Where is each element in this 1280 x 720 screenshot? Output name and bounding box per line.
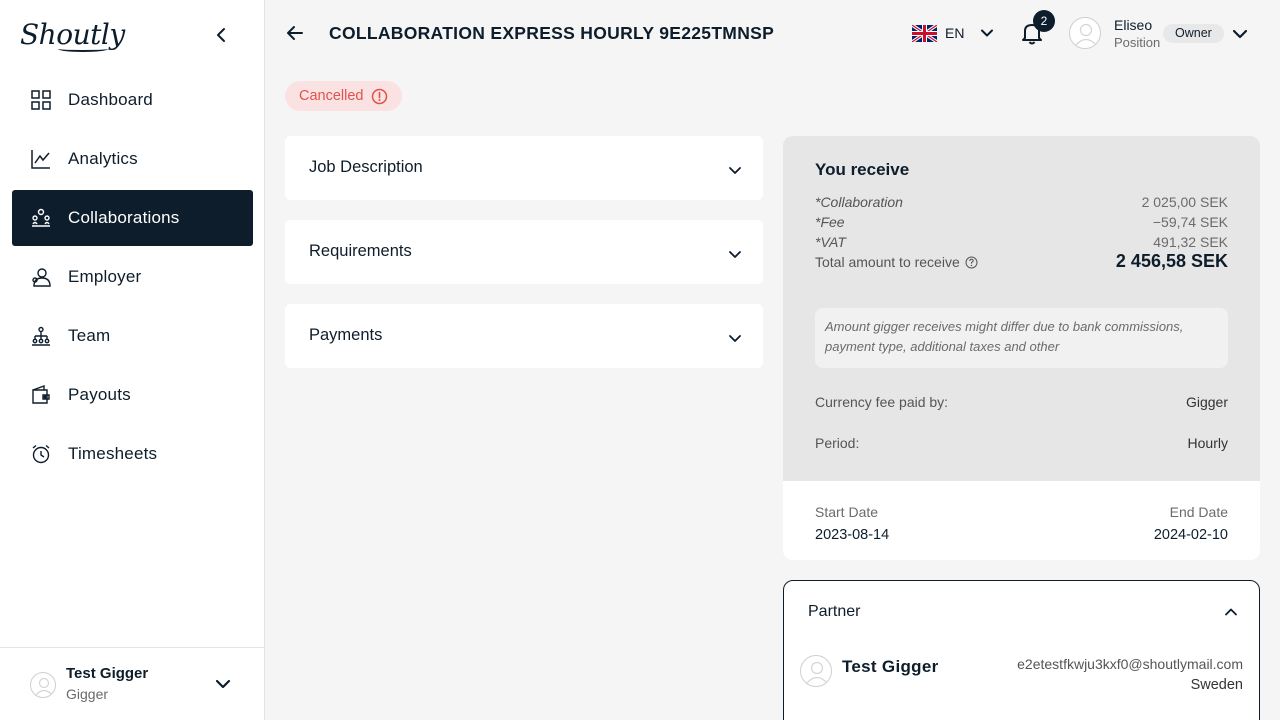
status-label: Cancelled <box>299 88 364 104</box>
footer-user-name: Test Gigger <box>66 665 149 682</box>
accordion-job-description[interactable]: Job Description <box>285 136 763 200</box>
receive-summary-card: You receive *Collaboration 2 025,00 SEK … <box>783 136 1260 481</box>
total-label-wrap: Total amount to receive <box>815 254 978 270</box>
accordion-label: Requirements <box>309 242 412 260</box>
period-row: Period: Hourly <box>815 435 1228 455</box>
uk-flag-icon <box>912 24 937 42</box>
row-label: Currency fee paid by: <box>815 394 949 410</box>
collaborations-icon <box>30 207 52 229</box>
employer-icon <box>30 266 52 288</box>
avatar <box>30 672 56 698</box>
row-label: *Collaboration <box>815 194 903 210</box>
row-value: 491,32 SEK <box>1153 234 1228 250</box>
wallet-icon <box>30 384 52 406</box>
accordion-payments[interactable]: Payments <box>285 304 763 368</box>
sidebar-nav: Dashboard Analytics Collaborations Emplo… <box>12 72 253 485</box>
sidebar-item-label: Timesheets <box>68 444 158 463</box>
collapse-sidebar-button[interactable] <box>210 24 232 46</box>
chevron-down-icon[interactable] <box>213 674 233 694</box>
role-badge: Owner <box>1163 24 1224 43</box>
accordion-label: Payments <box>309 326 383 344</box>
sidebar-item-team[interactable]: Team <box>12 308 253 364</box>
partner-title: Partner <box>808 603 861 620</box>
disclaimer-note: Amount gigger receives might differ due … <box>815 308 1228 368</box>
accordion-requirements[interactable]: Requirements <box>285 220 763 284</box>
back-arrow-icon[interactable] <box>284 22 306 44</box>
grid-icon <box>30 89 52 111</box>
sidebar-item-analytics[interactable]: Analytics <box>12 131 253 187</box>
row-value: Hourly <box>1187 435 1228 451</box>
notification-count-badge: 2 <box>1033 10 1055 32</box>
start-date-label: Start Date <box>815 504 879 520</box>
dates-card: Start Date 2023-08-14 End Date 2024-02-1… <box>783 481 1260 560</box>
receive-title: You receive <box>815 160 910 179</box>
sidebar-item-label: Team <box>68 326 111 345</box>
receive-row-fee: *Fee −59,74 SEK <box>815 214 1228 234</box>
status-badge[interactable]: Cancelled <box>285 81 402 111</box>
avatar[interactable] <box>1069 17 1101 49</box>
currency-fee-row: Currency fee paid by: Gigger <box>815 394 1228 414</box>
info-icon <box>371 88 387 104</box>
help-icon[interactable] <box>965 256 978 269</box>
sidebar-item-dashboard[interactable]: Dashboard <box>12 72 253 128</box>
chevron-down-icon <box>981 29 994 37</box>
partner-card: Partner Test Gigger e2etestfkwju3kxf0@sh… <box>783 580 1260 720</box>
partner-country: Sweden <box>1190 677 1243 693</box>
chevron-up-icon[interactable] <box>1222 603 1240 621</box>
language-code: EN <box>945 25 965 41</box>
receive-row-total: Total amount to receive 2 456,58 SEK <box>815 251 1228 274</box>
row-value: Gigger <box>1185 394 1228 410</box>
row-value: 2 025,00 SEK <box>1141 194 1228 210</box>
sidebar-item-employer[interactable]: Employer <box>12 249 253 305</box>
row-label: *Fee <box>815 214 845 230</box>
row-label: *VAT <box>815 234 846 250</box>
chevron-down-icon <box>729 251 741 258</box>
chart-line-icon <box>30 148 52 170</box>
chevron-down-icon <box>729 335 741 342</box>
sidebar-item-timesheets[interactable]: Timesheets <box>12 426 253 482</box>
total-label: Total amount to receive <box>815 254 960 270</box>
chevron-down-icon <box>729 167 741 174</box>
chevron-left-icon <box>217 28 225 42</box>
receive-row-collaboration: *Collaboration 2 025,00 SEK <box>815 194 1228 214</box>
accordion-label: Job Description <box>309 158 423 176</box>
sidebar-item-collaborations[interactable]: Collaborations <box>12 190 253 246</box>
chevron-down-icon[interactable] <box>1230 24 1250 44</box>
header-user-position: Position <box>1114 35 1161 50</box>
team-icon <box>30 325 52 347</box>
sidebar-user-footer[interactable]: Test Gigger Gigger <box>0 647 265 720</box>
end-date-label: End Date <box>1169 504 1228 520</box>
sidebar-item-label: Analytics <box>68 149 138 168</box>
total-value: 2 456,58 SEK <box>1115 251 1228 271</box>
end-date-value: 2024-02-10 <box>1153 527 1228 543</box>
language-selector[interactable]: EN <box>912 22 996 44</box>
stopwatch-icon <box>30 443 52 465</box>
partner-email[interactable]: e2etestfkwju3kxf0@shoutlymail.com <box>1017 656 1243 672</box>
sidebar-item-payouts[interactable]: Payouts <box>12 367 253 423</box>
sidebar: Shoutly Dashboard Analytics Collaboratio… <box>0 0 265 720</box>
row-label: Period: <box>815 435 860 451</box>
avatar <box>800 655 832 687</box>
sidebar-item-label: Collaborations <box>68 208 180 227</box>
footer-user-role: Gigger <box>66 686 109 702</box>
partner-name: Test Gigger <box>842 657 939 676</box>
header-user-name: Eliseo <box>1114 17 1153 33</box>
sidebar-item-label: Employer <box>68 267 142 286</box>
sidebar-item-label: Dashboard <box>68 90 153 109</box>
sidebar-item-label: Payouts <box>68 385 131 404</box>
page-title: COLLABORATION EXPRESS HOURLY 9E225TMNSP <box>329 23 775 43</box>
logo-swoosh <box>58 46 108 52</box>
start-date-value: 2023-08-14 <box>815 527 890 543</box>
row-value: −59,74 SEK <box>1152 214 1228 230</box>
